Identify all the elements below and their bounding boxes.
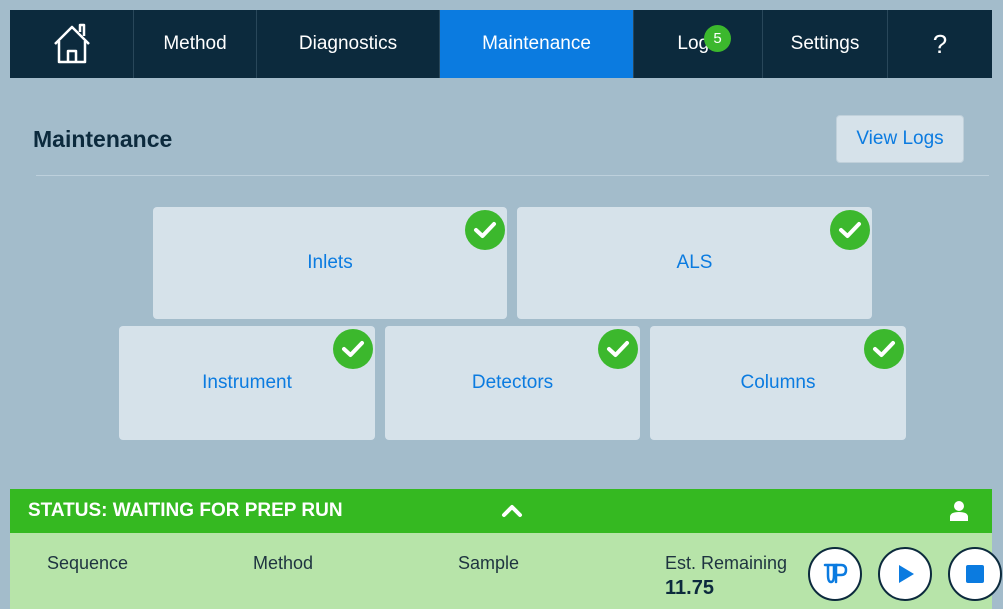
status-text: STATUS: WAITING FOR PREP RUN bbox=[28, 500, 343, 521]
sample-label: Sample bbox=[458, 553, 520, 573]
check-circle-icon bbox=[598, 329, 638, 369]
tile-columns-label: Columns bbox=[740, 372, 816, 393]
play-icon bbox=[899, 565, 914, 583]
divider bbox=[36, 175, 989, 176]
logs-count-badge: 5 bbox=[704, 25, 731, 52]
tile-instrument-label: Instrument bbox=[202, 372, 292, 393]
tab-settings[interactable]: Settings bbox=[763, 10, 888, 78]
prep-run-icon bbox=[823, 563, 848, 584]
tab-maintenance[interactable]: Maintenance bbox=[440, 10, 634, 78]
check-circle-icon bbox=[864, 329, 904, 369]
view-logs-button[interactable]: View Logs bbox=[836, 115, 964, 163]
run-info-panel: Sequence Method Sample Est. Remaining 11… bbox=[10, 533, 1002, 609]
top-nav: Method Diagnostics Maintenance Logs 5 Se… bbox=[10, 10, 992, 78]
check-circle-icon bbox=[830, 210, 870, 250]
stop-run-button[interactable] bbox=[948, 547, 1002, 601]
start-run-button[interactable] bbox=[878, 547, 932, 601]
page-title: Maintenance bbox=[33, 126, 173, 152]
user-icon[interactable] bbox=[948, 500, 970, 522]
check-circle-icon bbox=[333, 329, 373, 369]
prep-run-button[interactable] bbox=[808, 547, 862, 601]
stop-icon bbox=[966, 565, 984, 583]
tab-method-label: Method bbox=[163, 33, 227, 54]
tab-maintenance-label: Maintenance bbox=[482, 33, 591, 54]
tile-als-label: ALS bbox=[676, 252, 713, 273]
tab-diagnostics-label: Diagnostics bbox=[298, 33, 398, 54]
est-remaining-label: Est. Remaining bbox=[665, 553, 788, 573]
tab-settings-label: Settings bbox=[790, 33, 860, 54]
tile-detectors[interactable]: Detectors bbox=[385, 326, 640, 440]
tile-inlets[interactable]: Inlets bbox=[153, 207, 507, 319]
tab-diagnostics[interactable]: Diagnostics bbox=[257, 10, 440, 78]
tab-logs[interactable]: Logs 5 bbox=[634, 10, 763, 78]
check-circle-icon bbox=[465, 210, 505, 250]
chevron-up-icon[interactable] bbox=[500, 499, 524, 523]
tile-als[interactable]: ALS bbox=[517, 207, 872, 319]
home-icon bbox=[53, 23, 90, 64]
help-button[interactable]: ? bbox=[888, 10, 992, 78]
nav-home[interactable] bbox=[10, 10, 134, 78]
status-bar: STATUS: WAITING FOR PREP RUN bbox=[10, 489, 992, 533]
tab-method[interactable]: Method bbox=[134, 10, 257, 78]
tile-columns[interactable]: Columns bbox=[650, 326, 906, 440]
tile-inlets-label: Inlets bbox=[307, 252, 353, 273]
method-label: Method bbox=[253, 553, 314, 573]
tile-detectors-label: Detectors bbox=[471, 372, 554, 393]
est-remaining-value: 11.75 bbox=[665, 577, 714, 599]
sequence-label: Sequence bbox=[47, 553, 129, 573]
tile-instrument[interactable]: Instrument bbox=[119, 326, 375, 440]
help-label: ? bbox=[932, 28, 948, 59]
